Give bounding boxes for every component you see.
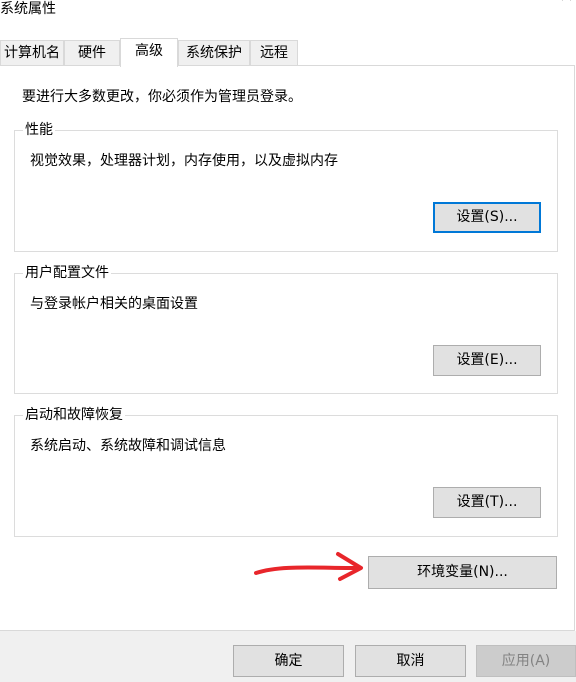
user-profiles-group-title: 用户配置文件 (23, 264, 111, 282)
tab-remote[interactable]: 远程 (250, 40, 298, 66)
cancel-button[interactable]: 取消 (355, 645, 466, 677)
performance-settings-button[interactable]: 设置(S)... (433, 202, 541, 233)
close-icon[interactable]: × (559, 0, 574, 6)
startup-recovery-settings-button[interactable]: 设置(T)... (433, 487, 541, 518)
user-profiles-description: 与登录帐户相关的桌面设置 (30, 296, 198, 312)
startup-recovery-group: 启动和故障恢复 系统启动、系统故障和调试信息 (14, 406, 558, 537)
startup-recovery-group-title: 启动和故障恢复 (23, 406, 125, 424)
admin-notice: 要进行大多数更改，你必须作为管理员登录。 (22, 89, 302, 105)
title-bar: 系统属性 × (0, 0, 576, 30)
user-profiles-settings-button[interactable]: 设置(E)... (433, 345, 541, 376)
performance-group-title: 性能 (23, 121, 55, 139)
performance-description: 视觉效果，处理器计划，内存使用，以及虚拟内存 (30, 153, 338, 169)
tab-hardware[interactable]: 硬件 (64, 40, 120, 66)
performance-group: 性能 视觉效果，处理器计划，内存使用，以及虚拟内存 (14, 121, 558, 252)
apply-button[interactable]: 应用(A) (476, 645, 576, 677)
tab-advanced[interactable]: 高级 (120, 38, 178, 67)
ok-button[interactable]: 确定 (233, 645, 344, 677)
red-arrow-icon (254, 552, 363, 581)
window-title: 系统属性 (0, 1, 56, 17)
tab-system-protection[interactable]: 系统保护 (178, 40, 250, 66)
startup-recovery-description: 系统启动、系统故障和调试信息 (30, 438, 226, 454)
tab-strip: 计算机名 硬件 高级 系统保护 远程 (0, 38, 576, 67)
tab-computer-name[interactable]: 计算机名 (0, 40, 64, 66)
environment-variables-button[interactable]: 环境变量(N)... (368, 556, 557, 589)
